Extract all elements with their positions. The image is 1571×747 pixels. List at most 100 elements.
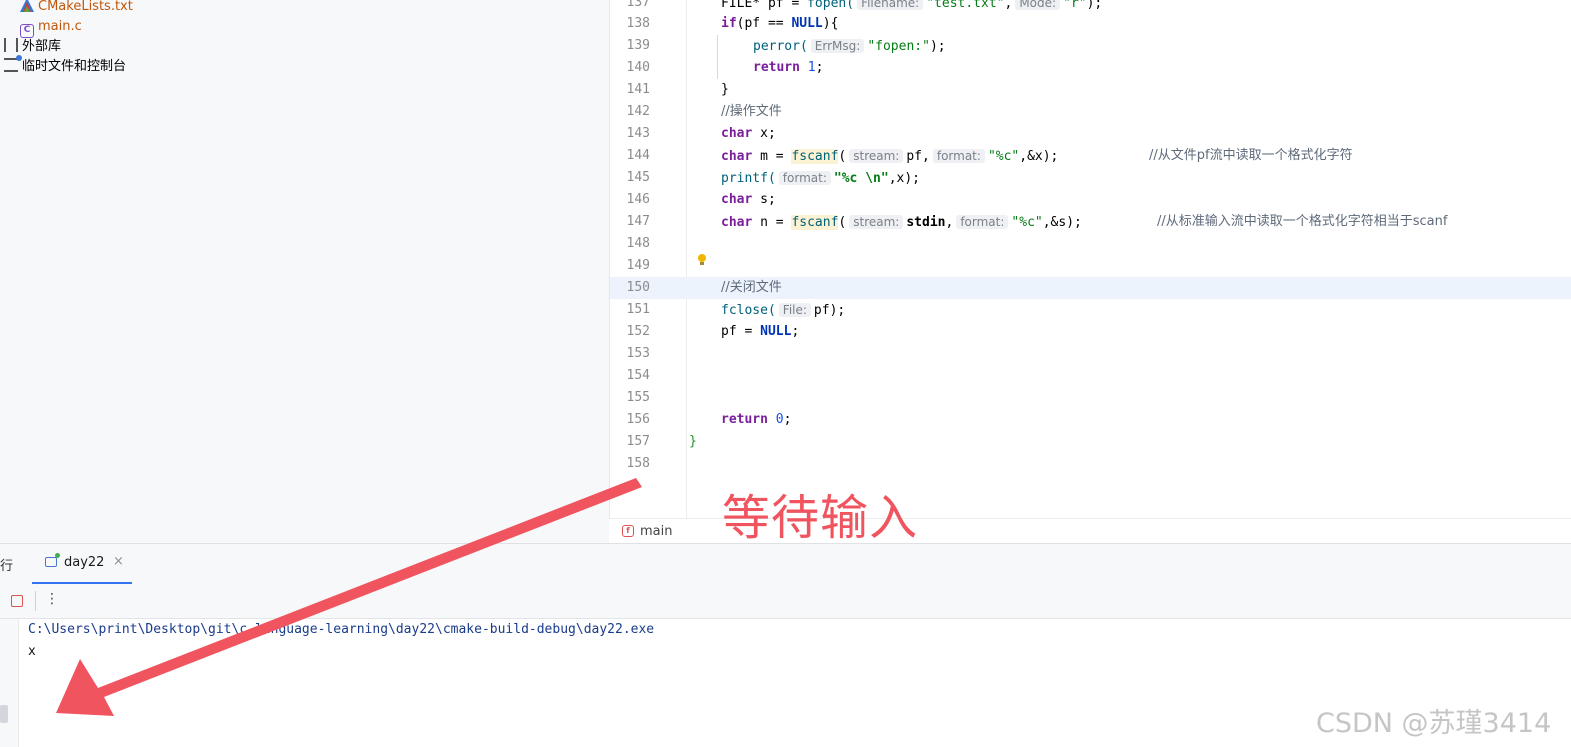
tree-item-label: 外部库 (22, 39, 62, 54)
code-call: fscanf (791, 149, 839, 164)
line-number: 151 (626, 302, 650, 317)
comment: //从标准输入流中读取一个格式化字符相当于scanf (1157, 214, 1448, 229)
keyword: return (753, 60, 800, 75)
stop-button[interactable] (11, 595, 23, 607)
tree-item-label: CMakeLists.txt (38, 0, 133, 14)
run-panel-title: 运行 (0, 559, 14, 574)
param-hint: Filename: (857, 0, 924, 10)
code-line[interactable]: 142 //操作文件 (610, 101, 1571, 123)
code-line[interactable]: 158 (610, 453, 1571, 475)
code-text: ( (838, 149, 847, 164)
keyword: char (721, 215, 753, 230)
code-text: stdin (906, 215, 946, 230)
c-file-icon: C (20, 24, 34, 38)
keyword: NULL (791, 16, 823, 31)
console-input[interactable]: x (28, 641, 36, 663)
code-text: pf); (813, 303, 846, 318)
close-icon[interactable]: × (113, 554, 124, 569)
keyword: NULL (760, 324, 792, 339)
scratches-icon (4, 55, 22, 72)
tab-day22[interactable]: day22 × (32, 544, 132, 584)
number-literal: 0 (775, 412, 784, 427)
keyword: return (721, 412, 768, 427)
down-icon[interactable] (0, 655, 6, 667)
code-line[interactable]: 156 return 0; (610, 409, 1571, 431)
code-line[interactable]: 154 (610, 365, 1571, 387)
code-text: ; (783, 412, 792, 427)
code-line[interactable]: 145 printf(format: "%c \n",x); (610, 167, 1571, 189)
code-line[interactable]: 157} (610, 431, 1571, 453)
up-icon[interactable] (0, 627, 6, 639)
code-text: , (1004, 0, 1013, 11)
code-line[interactable]: 141} (610, 79, 1571, 101)
code-text: ( (838, 215, 847, 230)
code-text: ); (929, 39, 946, 54)
tree-item-scratches[interactable]: 临时文件和控制台 (4, 55, 126, 77)
code-text: x; (752, 126, 776, 141)
line-number: 145 (626, 170, 650, 185)
string-literal: "fopen:" (867, 39, 930, 54)
tab-label: day22 (64, 555, 105, 570)
code-line[interactable]: 152 pf = NULL; (610, 321, 1571, 343)
code-line[interactable]: 138 if(pf == NULL){ (610, 13, 1571, 35)
string-literal: "%c \n" (833, 171, 889, 186)
code-text: m = (752, 149, 792, 164)
param-hint: File: (778, 303, 811, 317)
code-line[interactable]: 151 fclose(File: pf); (610, 299, 1571, 321)
line-number: 149 (626, 258, 650, 273)
line-number: 153 (626, 346, 650, 361)
code-call: perror( (753, 39, 808, 54)
code-call: fopen( (807, 0, 855, 11)
string-literal: "%c" (987, 149, 1020, 164)
code-line[interactable]: 146 char s; (610, 189, 1571, 211)
code-line[interactable]: 143 char x; (610, 123, 1571, 145)
string-literal: "test.txt" (926, 0, 1005, 11)
code-text: n = (752, 215, 792, 230)
param-hint: Mode: (1015, 0, 1061, 10)
number-literal: 1 (807, 60, 816, 75)
code-text: , (945, 215, 954, 230)
watermark: CSDN @苏瑾3414 (1316, 708, 1552, 739)
run-config-icon (45, 553, 60, 567)
line-number: 156 (626, 412, 650, 427)
line-number: 138 (626, 16, 650, 31)
function-icon: f (622, 525, 634, 537)
keyword: char (721, 192, 753, 207)
string-literal: "r" (1063, 0, 1087, 11)
code-line[interactable]: 149 (610, 255, 1571, 277)
console-side-strip (0, 619, 19, 747)
scroll-to-end-icon[interactable] (0, 705, 8, 723)
code-text: } (689, 434, 697, 449)
string-literal: "%c" (1011, 215, 1043, 230)
run-toolbar: ⋮ (0, 584, 1571, 619)
code-text: ,&s); (1042, 215, 1082, 230)
code-text: ,&x); (1019, 149, 1059, 164)
code-call: printf( (721, 171, 776, 186)
run-panel-header: 运行 day22 × (0, 543, 1571, 584)
param-hint: stream: (849, 149, 904, 163)
code-text: } (721, 82, 729, 97)
tree-item-cmakelists[interactable]: CMakeLists.txt (20, 0, 133, 17)
line-number: 155 (626, 390, 650, 405)
print-icon[interactable] (0, 733, 6, 745)
code-line[interactable]: 137 FILE* pf = fopen(Filename: "test.txt",… (610, 0, 1571, 14)
code-call: fscanf (791, 215, 839, 230)
more-options-icon[interactable]: ⋮ (45, 591, 59, 607)
line-number: 157 (626, 434, 650, 449)
wrap-icon[interactable] (0, 683, 6, 695)
comment: //关闭文件 (721, 280, 782, 295)
code-line[interactable]: 139 perror(ErrMsg: "fopen:"); (610, 35, 1571, 57)
code-line[interactable]: 148 (610, 233, 1571, 255)
lightbulb-icon[interactable] (697, 254, 707, 266)
code-line[interactable]: 155 (610, 387, 1571, 409)
line-number: 150 (626, 280, 650, 295)
tree-item-external-libraries[interactable]: 外部库 (4, 37, 61, 57)
code-line[interactable]: 153 (610, 343, 1571, 365)
code-call: fclose( (721, 303, 776, 318)
tree-item-main-c[interactable]: Cmain.c (20, 17, 82, 38)
code-line[interactable]: 144 char m = fscanf(stream: pf, format: "%c"… (610, 145, 1571, 167)
code-line-active[interactable]: 150 //关闭文件 (610, 277, 1571, 299)
code-line[interactable]: 147 char n = fscanf(stream: stdin, format: "… (610, 211, 1571, 233)
line-number: 148 (626, 236, 650, 251)
code-line[interactable]: 140 return 1; (610, 57, 1571, 79)
